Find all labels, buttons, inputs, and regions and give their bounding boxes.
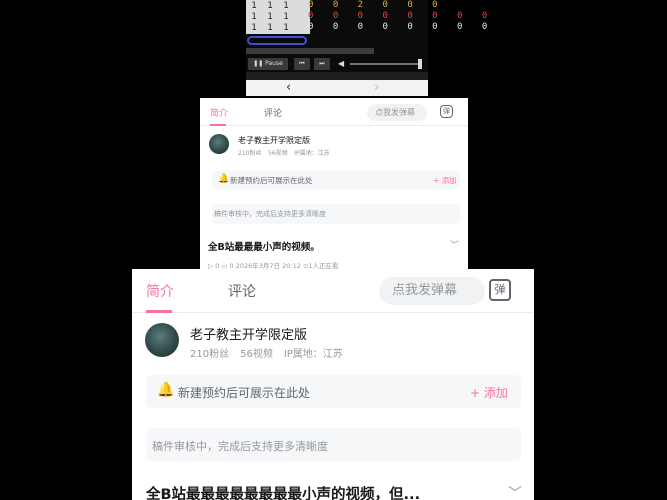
uploader-stats: 210粉丝 56视频 IP属地：江苏	[238, 148, 336, 157]
reservation-text: 新建预约后可展示在此处	[178, 386, 311, 400]
video-title[interactable]: 全B站最最最最最最最最小声的视频，但...	[146, 483, 420, 500]
fans-count: 210粉丝	[238, 150, 262, 157]
selection-outline[interactable]	[247, 36, 307, 45]
player-controls: ❚❚ Pause ⏮ ⏭ ◀	[246, 58, 428, 70]
volume-handle[interactable]	[418, 59, 422, 69]
tab-comments[interactable]: 评论	[228, 281, 256, 301]
active-tab-indicator	[210, 124, 226, 126]
detail-tabs: 简介 评论 点我发弹幕 弹	[200, 98, 468, 126]
number-grid: 1 1 1 1 1 1 1 1 1	[246, 0, 310, 34]
digit-row: 0 0 2 0 0 0	[308, 0, 445, 10]
video-count: 56视频	[240, 349, 273, 360]
video-title[interactable]: 全B站最最最小声的视频。	[208, 239, 320, 253]
danmaku-toggle-icon[interactable]: 弹	[440, 105, 453, 118]
audit-notice: 稿件审核中，完成后支持更多清晰度	[152, 440, 328, 453]
volume-slider[interactable]	[350, 63, 420, 65]
uploader-name[interactable]: 老子教主开学限定版	[238, 135, 310, 146]
chevron-down-icon[interactable]: ﹀	[450, 238, 459, 251]
grid-cell: 1	[251, 12, 257, 22]
bell-icon: 🔔	[218, 174, 230, 184]
tab-comments[interactable]: 评论	[264, 106, 282, 119]
uploader-stats: 210粉丝 56视频 IP属地：江苏	[190, 345, 354, 360]
skip-back-icon[interactable]: ⏮	[294, 58, 310, 70]
grid-cell: 1	[267, 12, 273, 22]
navigation-bar: ‹ ›	[246, 80, 428, 96]
digit-row: 0 0 0 0 0 0 0 0	[308, 22, 495, 32]
progress-track[interactable]	[246, 48, 374, 54]
grid-cell: 1	[283, 12, 289, 22]
video-count: 56视频	[268, 150, 288, 157]
speaker-icon[interactable]: ◀	[338, 58, 348, 70]
grid-cell: 1	[267, 1, 273, 11]
chevron-down-icon[interactable]: ﹀	[508, 483, 522, 500]
uploader-name[interactable]: 老子教主开学限定版	[190, 324, 307, 343]
tab-intro[interactable]: 简介	[210, 106, 228, 119]
reservation-text: 新建预约后可展示在此处	[230, 176, 313, 185]
ip-location: IP属地：江苏	[294, 150, 330, 157]
reservation-box[interactable]: 🔔 新建预约后可展示在此处 + 添加	[146, 375, 521, 408]
pause-label: Pause	[265, 60, 283, 67]
bell-icon: 🔔	[157, 382, 175, 398]
ip-location: IP属地：江苏	[283, 349, 343, 360]
grid-cell: 1	[251, 1, 257, 11]
video-detail-card-large: 简介 评论 点我发弹幕 弹 老子教主开学限定版 210粉丝 56视频 IP属地：江苏…	[132, 269, 534, 500]
add-reservation-button[interactable]: + 添加	[433, 175, 457, 186]
grid-cell: 1	[283, 1, 289, 11]
fans-count: 210粉丝	[190, 349, 230, 360]
avatar[interactable]	[145, 323, 179, 357]
reservation-box[interactable]: 🔔 新建预约后可展示在此处 + 添加	[212, 170, 460, 190]
digit-readout: 0 0 2 0 0 0 0 0 0 0 0 0 0 0 0 0 0 0 0 0 …	[308, 0, 494, 33]
audit-notice: 稿件审核中，完成后支持更多清晰度	[214, 210, 326, 218]
tab-intro[interactable]: 简介	[146, 281, 174, 301]
skip-forward-icon[interactable]: ⏭	[314, 58, 330, 70]
back-arrow-icon[interactable]: ‹	[286, 80, 291, 96]
video-player-panel: 1 1 1 1 1 1 1 1 1 0 0 2 0 0 0 0 0 0 0 0 …	[246, 0, 487, 96]
active-tab-indicator	[146, 310, 172, 313]
forward-arrow-icon[interactable]: ›	[374, 80, 379, 96]
digit-row: 0 0 0 0 0 0 0 0	[308, 11, 495, 21]
grid-cell: 1	[251, 23, 257, 33]
pause-button[interactable]: ❚❚ Pause	[248, 58, 288, 70]
avatar[interactable]	[209, 134, 229, 154]
grid-cell: 1	[267, 23, 273, 33]
grid-cell: 1	[283, 23, 289, 33]
add-reservation-button[interactable]: + 添加	[470, 384, 508, 401]
player-status-row	[246, 72, 428, 80]
video-detail-card-small: 简介 评论 点我发弹幕 弹 老子教主开学限定版 210粉丝 56视频 IP属地：江苏…	[200, 98, 468, 273]
danmaku-input[interactable]: 点我发弹幕	[379, 277, 485, 305]
danmaku-input[interactable]: 点我发弹幕	[367, 104, 427, 121]
danmaku-toggle-icon[interactable]: 弹	[489, 279, 511, 301]
detail-tabs: 简介 评论 点我发弹幕 弹	[132, 269, 534, 313]
